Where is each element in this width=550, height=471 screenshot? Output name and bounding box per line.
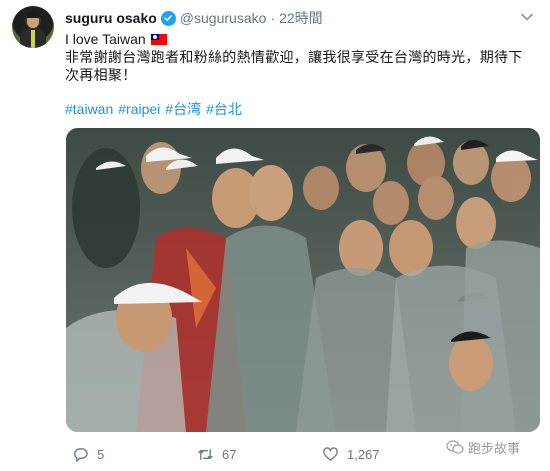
display-name[interactable]: suguru osako bbox=[65, 10, 157, 26]
group-photo-image bbox=[66, 128, 540, 432]
tweet-text: I love Taiwan 非常謝謝台灣跑者和粉絲的熱情歡迎，讓我很享受在台灣的… bbox=[65, 30, 535, 118]
avatar-stripe bbox=[31, 30, 35, 48]
chevron-down-icon[interactable] bbox=[520, 10, 534, 24]
like-count: 1,267 bbox=[347, 446, 380, 462]
verified-badge-icon bbox=[160, 10, 176, 26]
avatar[interactable] bbox=[12, 6, 54, 48]
tweet-text-love: I love Taiwan bbox=[65, 31, 146, 47]
reply-count: 5 bbox=[97, 446, 105, 462]
hashtag-taiwan-cn[interactable]: #台湾 bbox=[165, 100, 201, 118]
tweet-timestamp[interactable]: 22時間 bbox=[279, 8, 323, 28]
retweet-button[interactable]: 67 bbox=[197, 446, 322, 463]
hashtag-taipei[interactable]: #台北 bbox=[206, 100, 242, 118]
tweet: suguru osako @sugurusako · 22時間 I love T… bbox=[0, 0, 550, 471]
taiwan-flag-icon bbox=[150, 33, 167, 45]
reply-button[interactable]: 5 bbox=[72, 446, 197, 463]
retweet-icon bbox=[198, 448, 213, 460]
like-button[interactable]: 1,267 bbox=[322, 446, 447, 463]
avatar-hair bbox=[26, 12, 40, 18]
hashtag-taiwan[interactable]: #taiwan bbox=[65, 100, 113, 118]
tweet-header: suguru osako @sugurusako · 22時間 bbox=[65, 8, 510, 28]
wechat-watermark: 跑步故事 bbox=[446, 439, 521, 456]
tweet-actions: 5 67 1,267 bbox=[72, 444, 452, 464]
reply-icon bbox=[74, 447, 88, 462]
tweet-text-line2: 非常謝謝台灣跑者和粉絲的熱情歡迎，讓我很享受在台灣的時光，期待下次再相聚！ bbox=[65, 49, 523, 83]
wechat-icon bbox=[446, 440, 464, 454]
tweet-photo[interactable] bbox=[66, 128, 540, 432]
watermark-text: 跑步故事 bbox=[468, 440, 521, 456]
hashtag-list: #taiwan #raipei #台湾 #台北 bbox=[65, 100, 535, 118]
header-separator: · bbox=[270, 10, 276, 26]
hashtag-raipei[interactable]: #raipei bbox=[118, 100, 160, 118]
tweet-text-line1: I love Taiwan bbox=[65, 30, 535, 48]
heart-icon bbox=[323, 446, 338, 461]
user-handle[interactable]: @sugurusako bbox=[180, 10, 267, 26]
retweet-count: 67 bbox=[222, 446, 237, 462]
